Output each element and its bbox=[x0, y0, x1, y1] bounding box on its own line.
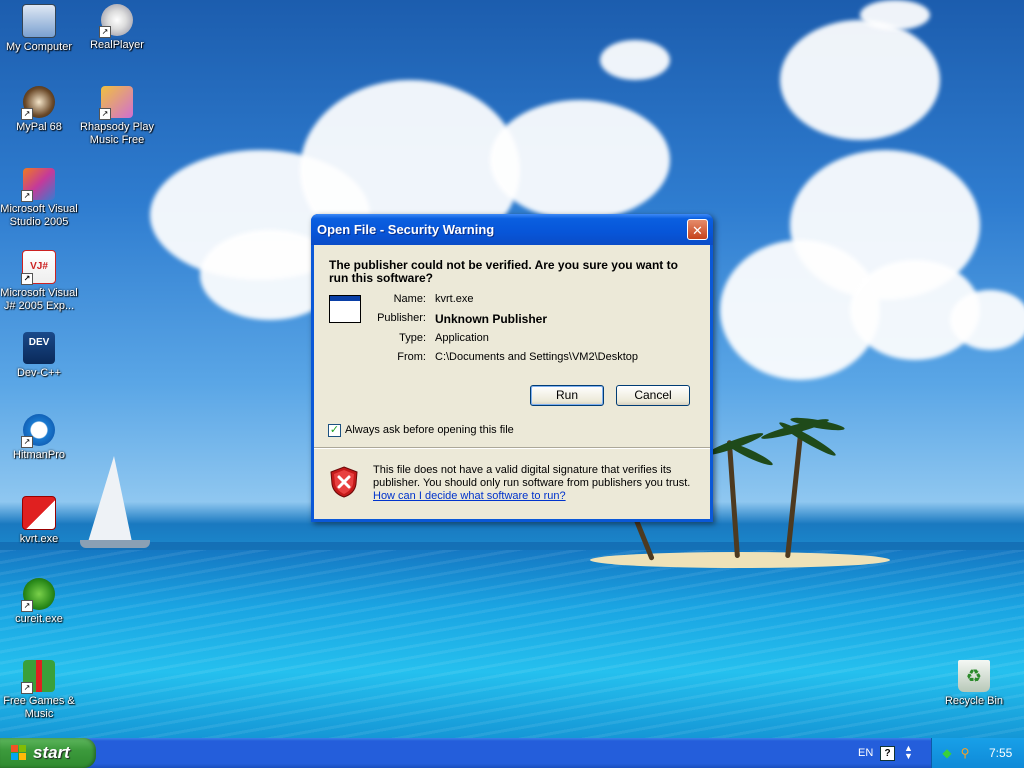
network-icon[interactable]: ◆ bbox=[940, 746, 954, 760]
desktop-icon-recycle-bin[interactable]: ♻ Recycle Bin bbox=[935, 660, 1013, 708]
desktop-icon-label: cureit.exe bbox=[15, 613, 63, 625]
computer-icon bbox=[22, 4, 56, 38]
desktop-icon-label: My Computer bbox=[5, 41, 73, 53]
type-value: Application bbox=[435, 332, 489, 344]
publisher-value: Unknown Publisher bbox=[435, 312, 548, 326]
kvrt-icon bbox=[22, 496, 56, 530]
desktop-icon-label: kvrt.exe bbox=[19, 533, 59, 545]
help-link[interactable]: How can I decide what software to run? bbox=[373, 490, 566, 502]
type-label: Type: bbox=[399, 332, 426, 344]
warning-text: This file does not have a valid digital … bbox=[373, 464, 691, 489]
system-tray: ◆ ⚲ 7:55 bbox=[931, 738, 1024, 768]
dialog-title: Open File - Security Warning bbox=[317, 222, 495, 237]
name-row: Name: kvrt.exe bbox=[344, 293, 704, 307]
desktop-icon-free-games[interactable]: ↗ Free Games & Music bbox=[0, 660, 78, 721]
taskbar: start EN ? ▲ ▼ ◆ ⚲ 7:55 bbox=[0, 738, 1024, 768]
cloud bbox=[600, 40, 670, 80]
cureit-icon: ↗ bbox=[21, 578, 55, 612]
desktop-icon-label: MyPal 68 bbox=[16, 121, 62, 133]
windows-logo-icon bbox=[11, 745, 27, 761]
cloud bbox=[950, 290, 1024, 350]
publisher-row: Publisher: Unknown Publisher bbox=[344, 312, 704, 326]
help-icon[interactable]: ? bbox=[880, 746, 895, 761]
desktop-icon-realplayer[interactable]: ↗ RealPlayer bbox=[78, 4, 156, 52]
close-button[interactable]: ✕ bbox=[687, 219, 708, 240]
desktop-icon-cureit[interactable]: ↗ cureit.exe bbox=[0, 578, 78, 626]
cancel-button[interactable]: Cancel bbox=[616, 385, 690, 406]
hitmanpro-icon: ↗ bbox=[21, 414, 55, 448]
dialog-titlebar[interactable]: Open File - Security Warning ✕ bbox=[311, 214, 713, 245]
recycle-bin-icon: ♻ bbox=[958, 660, 990, 692]
sailboat-sail bbox=[88, 456, 132, 542]
desktop-icon-my-computer[interactable]: My Computer bbox=[0, 4, 78, 54]
name-value: kvrt.exe bbox=[435, 293, 474, 305]
desktop-icon-label: Dev-C++ bbox=[16, 367, 62, 379]
desktop-icon-label: HitmanPro bbox=[13, 449, 65, 461]
desktop-icon-kvrt[interactable]: kvrt.exe bbox=[0, 496, 78, 546]
desktop-icon-label: Microsoft Visual Studio 2005 bbox=[0, 203, 78, 228]
from-row: From: C:\Documents and Settings\VM2\Desk… bbox=[344, 351, 704, 365]
dialog-question: The publisher could not be verified. Are… bbox=[329, 258, 678, 285]
language-indicator[interactable]: EN bbox=[858, 747, 873, 759]
sea bbox=[0, 550, 1024, 738]
from-value: C:\Documents and Settings\VM2\Desktop bbox=[435, 351, 638, 363]
gift-icon: ↗ bbox=[21, 660, 55, 694]
desktop-icon-label: Rhapsody Play Music Free bbox=[80, 121, 154, 146]
start-button[interactable]: start bbox=[0, 738, 96, 768]
always-ask-label[interactable]: Always ask before opening this file bbox=[345, 424, 514, 436]
island bbox=[590, 552, 890, 568]
palm-trunk bbox=[726, 440, 740, 559]
name-label: Name: bbox=[393, 293, 426, 305]
palm-trunk bbox=[785, 430, 804, 559]
search-icon[interactable]: ⚲ bbox=[958, 746, 972, 760]
run-button[interactable]: Run bbox=[530, 385, 604, 406]
visual-studio-icon: ↗ bbox=[21, 168, 55, 202]
desktop-icon-visual-jsharp[interactable]: VJ# ↗ Microsoft Visual J# 2005 Exp... bbox=[0, 250, 78, 313]
dialog-body: The publisher could not be verified. Are… bbox=[314, 245, 710, 519]
desktop-icon-hitmanpro[interactable]: ↗ HitmanPro bbox=[0, 414, 78, 462]
always-ask-checkbox[interactable]: ✓ bbox=[328, 424, 341, 437]
desktop-icon-rhapsody[interactable]: ↗ Rhapsody Play Music Free bbox=[78, 86, 156, 147]
desktop-icon-label: Recycle Bin bbox=[944, 695, 1004, 707]
visual-jsharp-icon: VJ# ↗ bbox=[21, 250, 56, 285]
cloud bbox=[860, 0, 930, 30]
desktop-icon-label: Free Games & Music bbox=[3, 695, 75, 720]
cloud bbox=[780, 20, 940, 140]
type-row: Type: Application bbox=[344, 332, 704, 346]
separator bbox=[314, 447, 710, 449]
tray-arrows-icon[interactable]: ▲ ▼ bbox=[904, 744, 913, 761]
devcpp-icon: DEV bbox=[23, 332, 55, 364]
clock[interactable]: 7:55 bbox=[989, 746, 1012, 760]
security-shield-icon bbox=[330, 466, 358, 498]
cloud bbox=[490, 100, 670, 220]
desktop-icon-label: Microsoft Visual J# 2005 Exp... bbox=[0, 287, 78, 312]
desktop-icon-devcpp[interactable]: DEV Dev-C++ bbox=[0, 332, 78, 380]
desktop-icon-mypal[interactable]: ↗ MyPal 68 bbox=[0, 86, 78, 134]
realplayer-icon: ↗ bbox=[99, 4, 133, 38]
publisher-label: Publisher: bbox=[377, 312, 426, 324]
desktop-icon-visual-studio[interactable]: ↗ Microsoft Visual Studio 2005 bbox=[0, 168, 78, 229]
security-warning-dialog: Open File - Security Warning ✕ The publi… bbox=[311, 214, 713, 522]
start-label: start bbox=[33, 743, 70, 762]
sailboat-hull bbox=[80, 540, 150, 548]
rhapsody-icon: ↗ bbox=[99, 86, 133, 120]
from-label: From: bbox=[397, 351, 426, 363]
mypal-icon: ↗ bbox=[21, 86, 55, 120]
desktop-icon-label: RealPlayer bbox=[90, 39, 144, 51]
